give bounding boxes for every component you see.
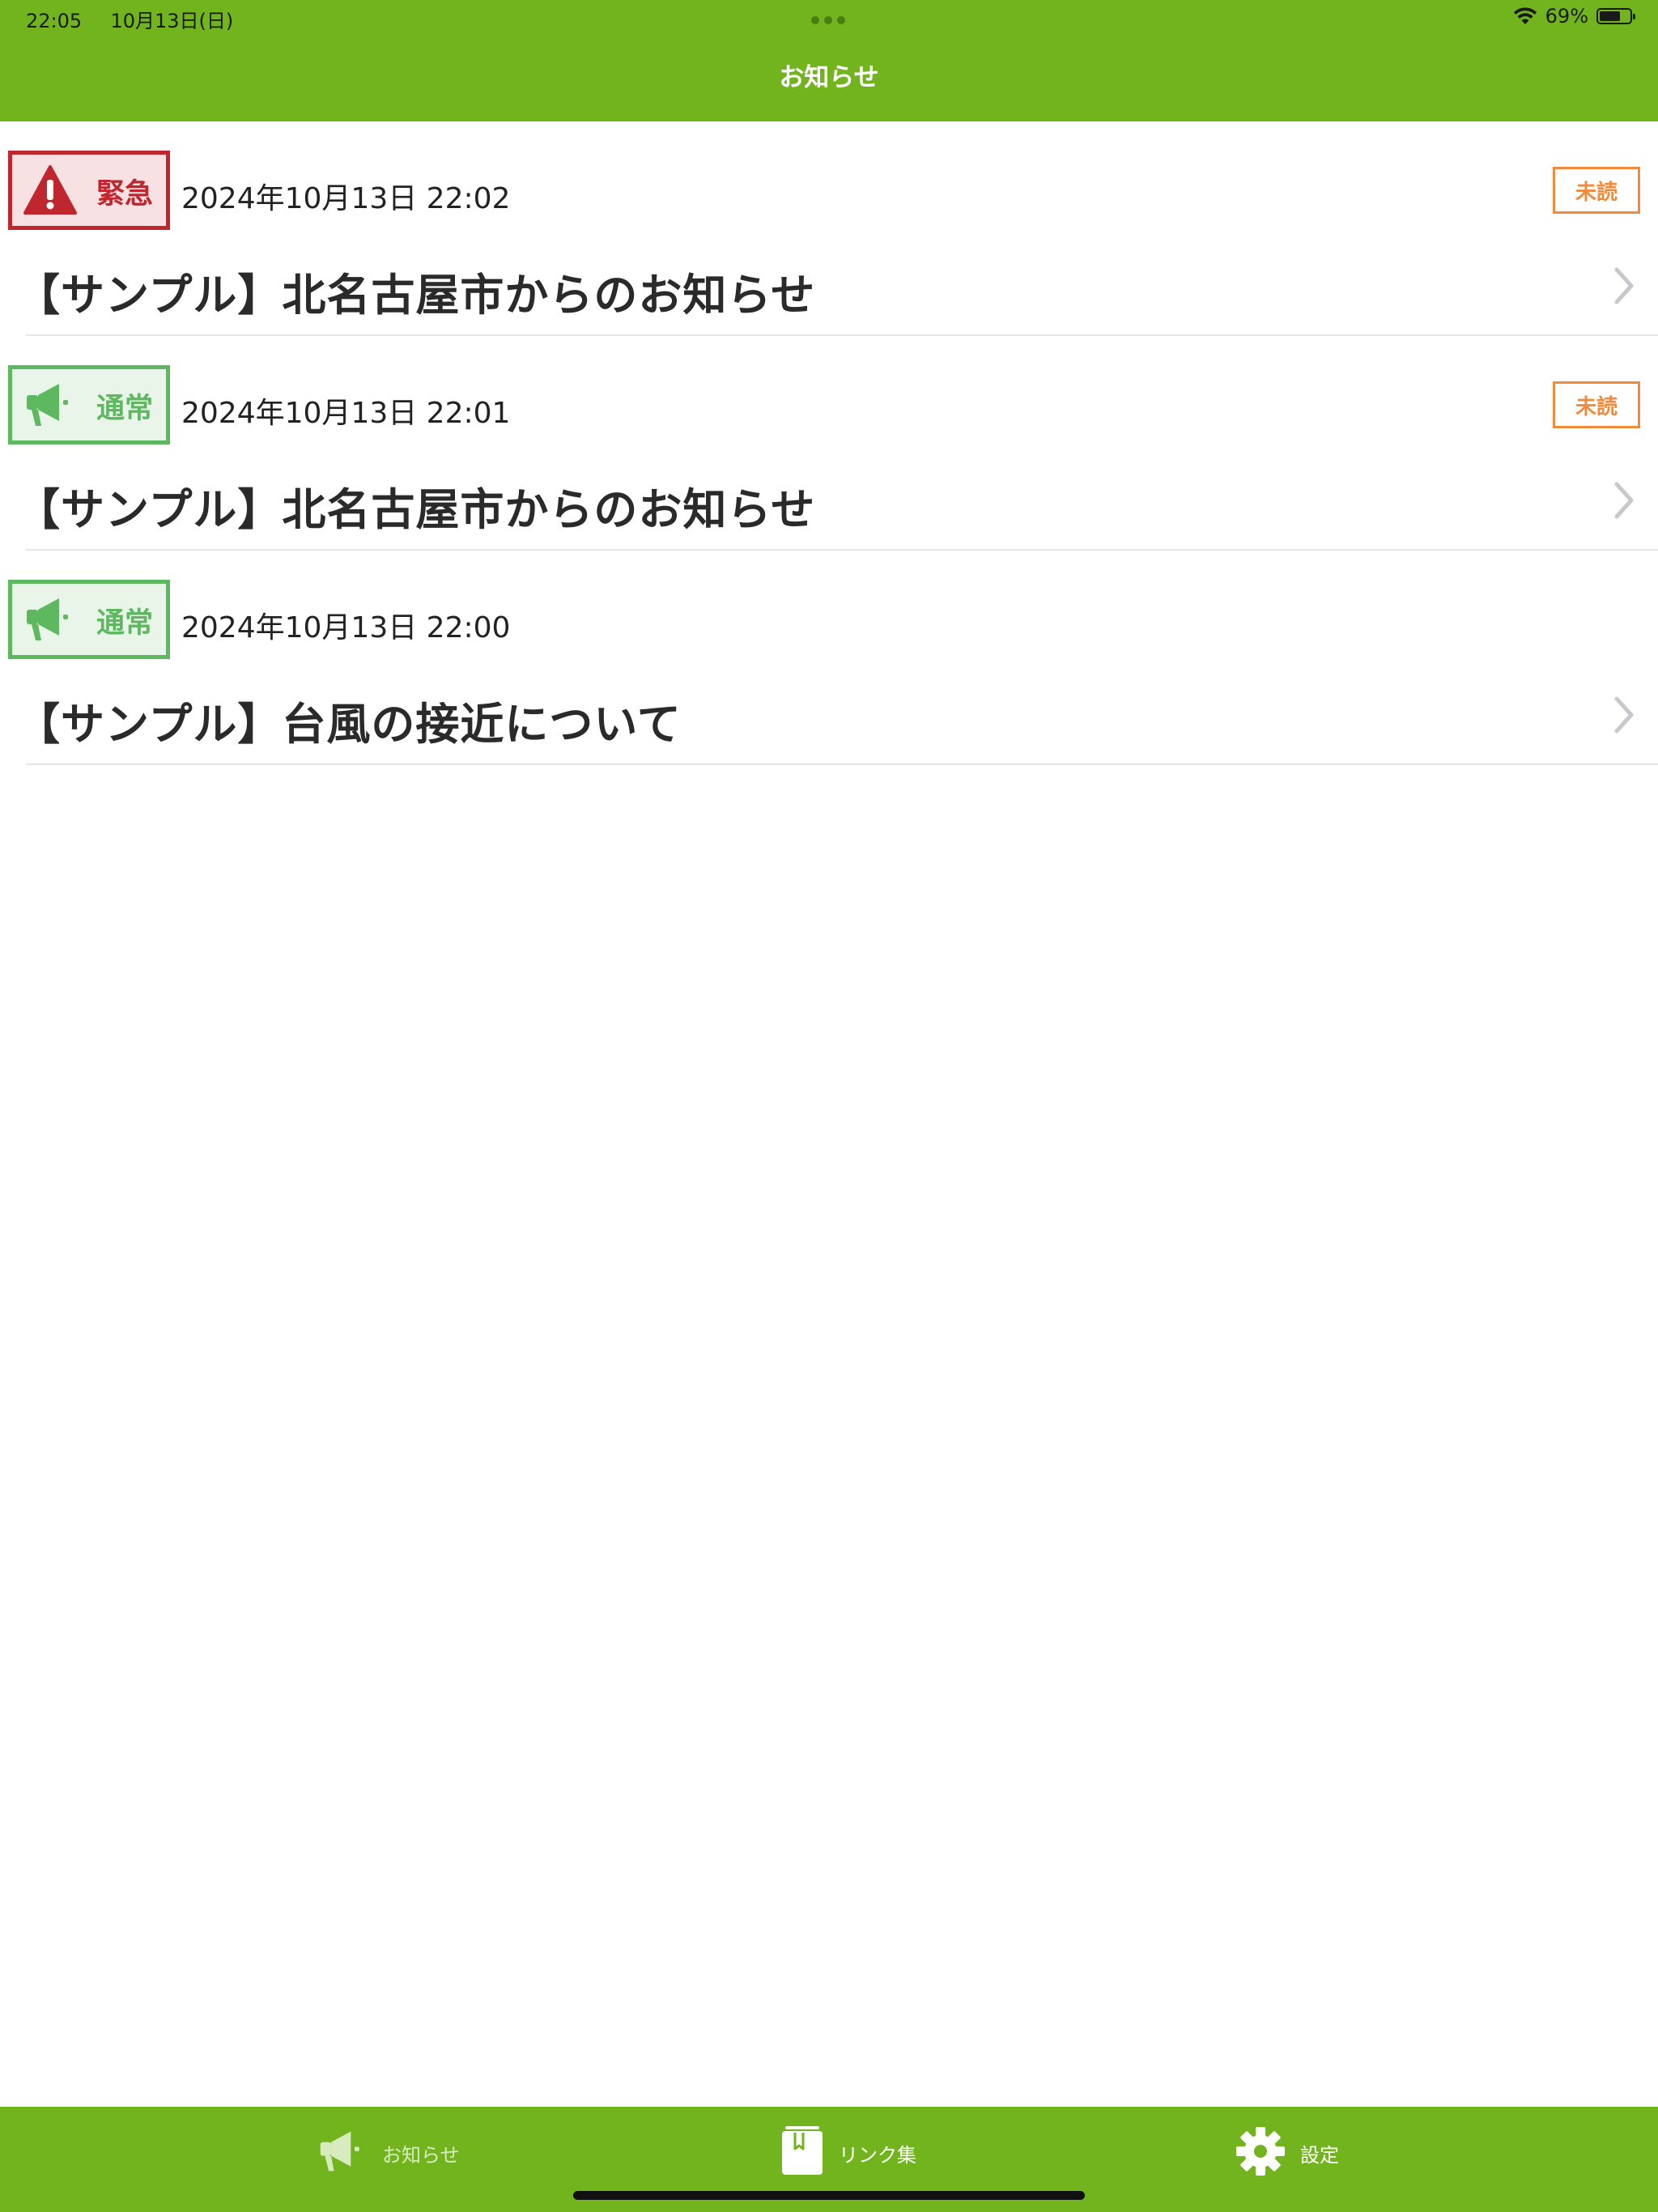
notice-row[interactable]: 緊急 2024年10月13日 22:02 未読 【サンプル】北名古屋市からのお知… xyxy=(0,121,1658,336)
header-bar: 22:05 10月13日(日) 69% お知らせ xyxy=(0,0,1658,121)
chevron-right-icon xyxy=(1613,695,1635,735)
chevron-right-icon xyxy=(1613,480,1635,521)
battery-icon xyxy=(1596,8,1635,24)
status-clock: 22:05 xyxy=(26,10,83,32)
badge-label: 通常 xyxy=(96,393,154,425)
tab-settings[interactable]: 設定 xyxy=(1235,2125,1339,2181)
emergency-badge: 緊急 xyxy=(8,151,170,230)
notice-row[interactable]: 通常 2024年10月13日 22:01 未読 【サンプル】北名古屋市からのお知… xyxy=(0,336,1658,551)
notice-title: 【サンプル】台風の接近について xyxy=(16,699,682,750)
chevron-right-icon xyxy=(1613,266,1635,306)
notice-title: 【サンプル】北名古屋市からのお知らせ xyxy=(16,484,816,535)
normal-badge: 通常 xyxy=(8,365,170,445)
multitask-dots-icon[interactable] xyxy=(811,16,847,24)
notice-list: 緊急 2024年10月13日 22:02 未読 【サンプル】北名古屋市からのお知… xyxy=(0,121,1658,765)
tab-news-label: お知らせ xyxy=(382,2143,460,2167)
status-time: 22:05 10月13日(日) xyxy=(26,5,233,33)
notice-datetime: 2024年10月13日 22:00 xyxy=(181,611,511,644)
tab-links-label: リンク集 xyxy=(839,2143,916,2167)
tab-bar: お知らせ リンク集 設定 xyxy=(0,2107,1658,2212)
status-right: 69% xyxy=(1513,5,1635,28)
row-divider xyxy=(26,764,1658,765)
notice-row[interactable]: 通常 2024年10月13日 22:00 【サンプル】台風の接近について xyxy=(0,551,1658,765)
unread-badge: 未読 xyxy=(1553,381,1640,428)
tab-news[interactable]: お知らせ xyxy=(317,2125,460,2181)
megaphone-icon xyxy=(23,379,77,431)
page-title: お知らせ xyxy=(779,63,879,92)
megaphone-icon xyxy=(317,2126,368,2180)
battery-fill xyxy=(1600,11,1620,21)
wifi-icon xyxy=(1513,7,1537,25)
warning-triangle-icon xyxy=(23,164,77,216)
tab-settings-label: 設定 xyxy=(1300,2143,1339,2167)
home-indicator[interactable] xyxy=(573,2191,1085,2200)
notice-title: 【サンプル】北名古屋市からのお知らせ xyxy=(16,270,816,321)
badge-label: 通常 xyxy=(96,607,154,640)
badge-label: 緊急 xyxy=(96,178,154,211)
unread-badge: 未読 xyxy=(1553,167,1640,214)
status-date: 10月13日(日) xyxy=(110,10,234,32)
megaphone-icon xyxy=(23,593,77,645)
notice-datetime: 2024年10月13日 22:02 xyxy=(181,182,511,215)
notice-datetime: 2024年10月13日 22:01 xyxy=(181,397,511,430)
gear-icon xyxy=(1235,2126,1286,2180)
tab-links[interactable]: リンク集 xyxy=(780,2125,916,2181)
bookmark-book-icon xyxy=(780,2126,824,2180)
normal-badge: 通常 xyxy=(8,580,170,659)
battery-percent: 69% xyxy=(1545,5,1588,28)
